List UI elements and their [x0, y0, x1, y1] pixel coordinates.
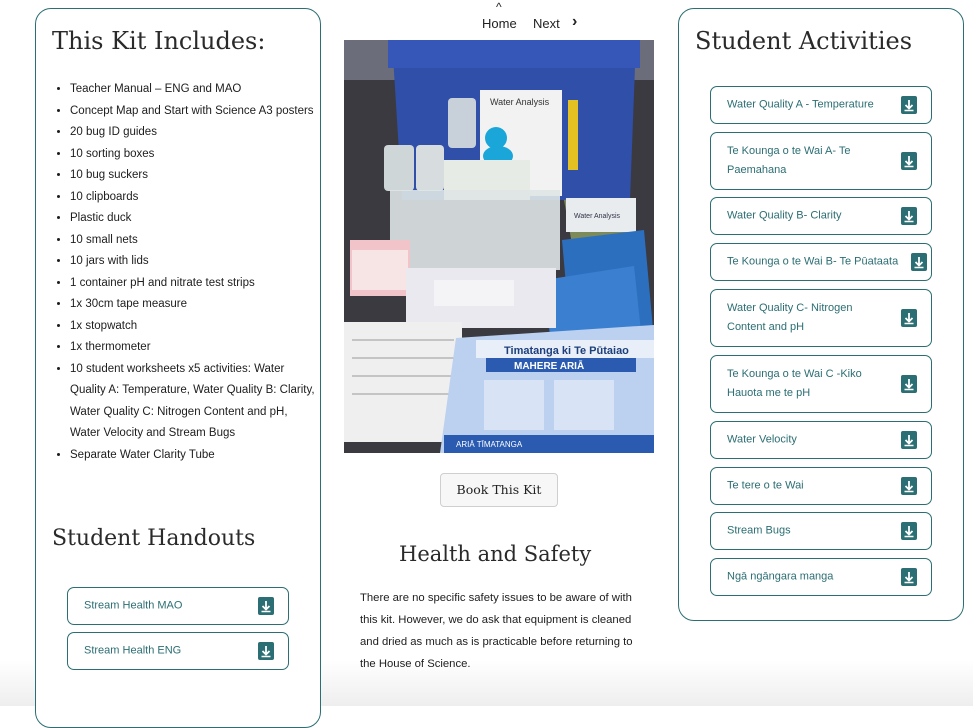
kit-item: 1x stopwatch: [70, 316, 320, 338]
activity-label: Water Quality B- Clarity: [727, 209, 842, 222]
kit-item: 10 student worksheets x5 activities: Wat…: [70, 359, 320, 445]
student-activities-title: Student Activities: [695, 27, 913, 55]
activity-label: Te Kounga o te Wai C -Kiko Hauota me te …: [727, 368, 862, 399]
up-arrow-icon[interactable]: ^: [496, 0, 502, 14]
poster-subtitle-text: MAHERE ARIĀ: [514, 360, 584, 372]
kit-item: 20 bug ID guides: [70, 122, 320, 144]
activity-label: Stream Bugs: [727, 524, 791, 537]
download-icon: [901, 96, 917, 114]
activity-download-button[interactable]: Te Kounga o te Wai B- Te Pūataata: [710, 243, 932, 281]
kit-item: 1x 30cm tape measure: [70, 294, 320, 316]
download-icon: [901, 309, 917, 327]
kit-item: Plastic duck: [70, 208, 320, 230]
activity-download-button[interactable]: Water Velocity: [710, 421, 932, 459]
download-icon: [901, 375, 917, 393]
home-link[interactable]: Home: [482, 16, 517, 31]
download-icon: [258, 642, 274, 660]
activity-download-button[interactable]: Te Kounga o te Wai C -Kiko Hauota me te …: [710, 355, 932, 413]
download-icon: [901, 207, 917, 225]
kit-includes-title: This Kit Includes:: [52, 27, 266, 55]
activity-label: Ngā ngāngara manga: [727, 570, 834, 583]
activity-label: Te tere o te Wai: [727, 479, 804, 492]
kit-item: 10 clipboards: [70, 187, 320, 209]
activity-download-button[interactable]: Water Quality A - Temperature: [710, 86, 932, 124]
health-and-safety-text: There are no specific safety issues to b…: [360, 592, 633, 670]
download-icon: [901, 477, 917, 495]
poster-footer-text: ARIĀ TĪMATANGA: [456, 440, 523, 449]
download-icon: [901, 431, 917, 449]
handout-label: Stream Health MAO: [84, 599, 183, 612]
activity-label: Water Quality C- Nitrogen Content and pH: [727, 302, 853, 333]
activity-label: Te Kounga o te Wai B- Te Pūataata: [727, 255, 899, 268]
download-icon: [258, 597, 274, 615]
activity-download-button[interactable]: Water Quality B- Clarity: [710, 197, 932, 235]
kit-items-list: Teacher Manual – ENG and MAO Concept Map…: [56, 79, 320, 466]
activity-download-button[interactable]: Water Quality C- Nitrogen Content and pH: [710, 289, 932, 347]
box-label-text: Water Analysis: [490, 97, 550, 107]
download-icon: [911, 253, 927, 271]
activity-label: Water Velocity: [727, 433, 797, 446]
student-handouts-title: Student Handouts: [52, 526, 256, 551]
kit-item: Teacher Manual – ENG and MAO: [70, 79, 320, 101]
kit-item: 10 bug suckers: [70, 165, 320, 187]
download-icon: [901, 568, 917, 586]
clipboard-label-text: Water Analysis: [574, 213, 621, 220]
handout-stream-health-eng-button[interactable]: Stream Health ENG: [67, 632, 289, 670]
chevron-right-icon[interactable]: ›: [572, 13, 577, 31]
download-icon: [901, 152, 917, 170]
handout-stream-health-mao-button[interactable]: Stream Health MAO: [67, 587, 289, 625]
kit-item: 1 container pH and nitrate test strips: [70, 273, 320, 295]
poster-title-text: Timatanga ki Te Pūtaiao: [504, 345, 629, 357]
activity-download-button[interactable]: Ngā ngāngara manga: [710, 558, 932, 596]
student-activities-panel: Student Activities Water Quality A - Tem…: [678, 8, 964, 621]
handout-label: Stream Health ENG: [84, 644, 182, 657]
activity-download-button[interactable]: Te Kounga o te Wai A- Te Paemahana: [710, 132, 932, 190]
top-navigation: ^ Home Next ›: [482, 0, 602, 34]
kit-contents-photo: Water Analysis Water Analysis Timatanga …: [344, 40, 654, 453]
download-icon: [901, 522, 917, 540]
activity-download-button[interactable]: Te tere o te Wai: [710, 467, 932, 505]
kit-item: 1x thermometer: [70, 337, 320, 359]
activity-download-button[interactable]: Stream Bugs: [710, 512, 932, 550]
next-link[interactable]: Next: [533, 16, 560, 31]
kit-item: 10 small nets: [70, 230, 320, 252]
kit-item: 10 jars with lids: [70, 251, 320, 273]
kit-item: 10 sorting boxes: [70, 144, 320, 166]
activity-label: Water Quality A - Temperature: [727, 98, 874, 111]
kit-item: Separate Water Clarity Tube: [70, 445, 320, 467]
health-and-safety-title: Health and Safety: [399, 542, 592, 566]
activity-label: Te Kounga o te Wai A- Te Paemahana: [727, 145, 851, 176]
book-this-kit-button[interactable]: Book This Kit: [440, 473, 558, 507]
kit-item: Concept Map and Start with Science A3 po…: [70, 101, 320, 123]
kit-includes-panel: This Kit Includes: Teacher Manual – ENG …: [35, 8, 321, 728]
